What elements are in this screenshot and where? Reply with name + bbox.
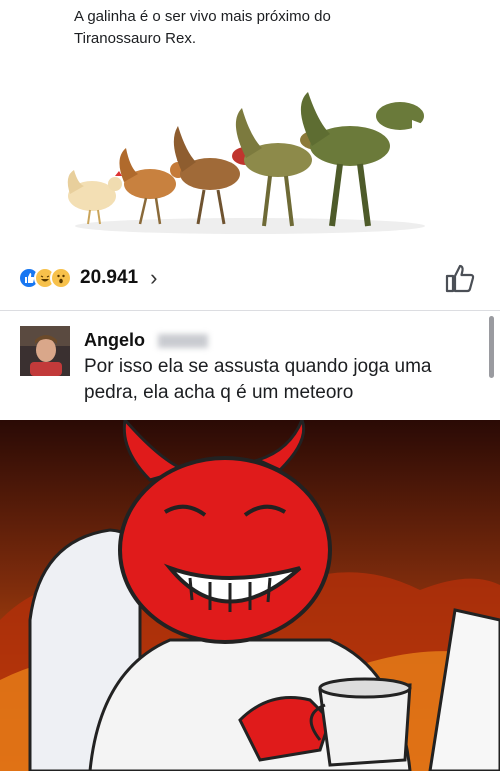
scrollbar[interactable]: [489, 316, 494, 378]
blurred-surname: [158, 334, 208, 348]
devil-troll-meme-image[interactable]: [0, 420, 500, 771]
post-image[interactable]: [60, 86, 440, 246]
like-button-icon[interactable]: [444, 262, 476, 294]
reaction-summary[interactable]: 20.941 ›: [18, 264, 157, 292]
post-text: A galinha é o ser vivo mais próximo do T…: [74, 8, 331, 47]
comment-text: Por isso ela se assusta quando joga uma …: [84, 356, 432, 403]
reaction-count[interactable]: 20.941: [80, 267, 138, 289]
wow-icon: [50, 267, 72, 289]
chevron-right-icon[interactable]: ›: [150, 265, 157, 291]
chicken-figure: [67, 170, 122, 225]
divider: [0, 310, 500, 311]
comment-author[interactable]: Angelo: [84, 330, 145, 351]
avatar[interactable]: [20, 326, 70, 376]
comment: Angelo Por isso ela se assusta quando jo…: [0, 316, 500, 420]
